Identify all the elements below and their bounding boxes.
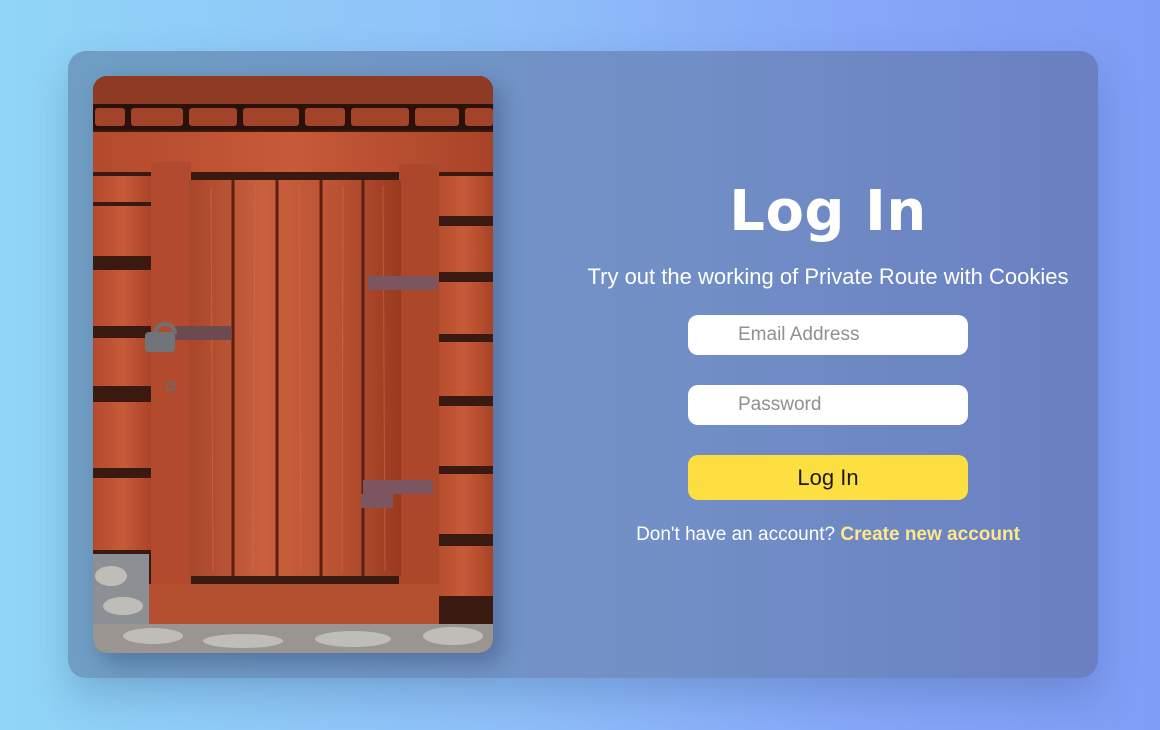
page-title: Log In — [729, 179, 927, 244]
password-input[interactable] — [688, 385, 968, 425]
login-form: Log In Try out the working of Private Ro… — [583, 51, 1073, 678]
create-account-link[interactable]: Create new account — [840, 524, 1020, 545]
door-image — [93, 76, 493, 653]
email-input[interactable] — [688, 315, 968, 355]
page-subtitle: Try out the working of Private Route wit… — [587, 264, 1069, 289]
signup-prompt: Don't have an account? Create new accoun… — [583, 524, 1073, 546]
login-card: Log In Try out the working of Private Ro… — [68, 51, 1098, 678]
signup-prompt-text: Don't have an account? — [636, 524, 836, 545]
login-button[interactable]: Log In — [688, 455, 968, 500]
